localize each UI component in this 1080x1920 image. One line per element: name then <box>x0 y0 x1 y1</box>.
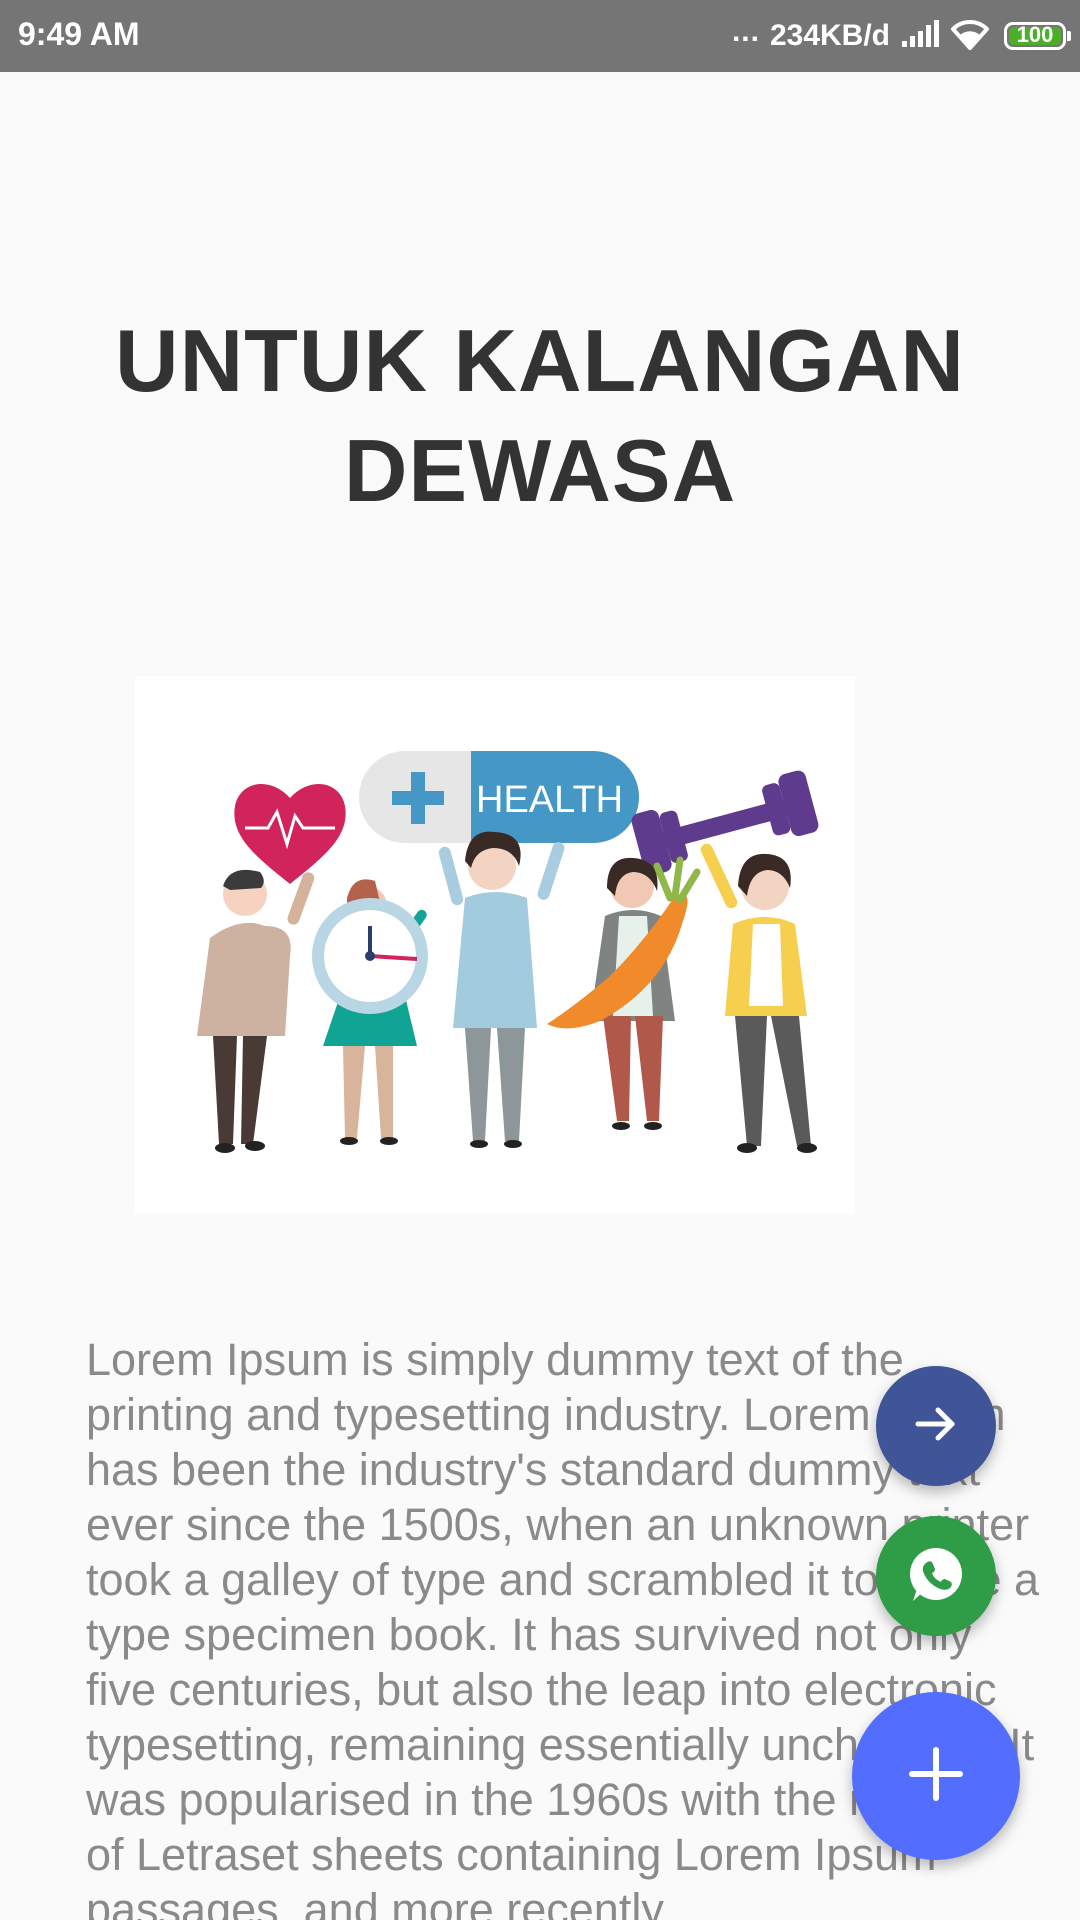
signal-icon <box>900 19 940 53</box>
network-speed: 234KB/d <box>769 19 890 52</box>
whatsapp-button[interactable] <box>876 1516 996 1636</box>
health-banner-text: HEALTH <box>476 779 623 821</box>
health-illustration: HEALTH <box>135 676 855 1214</box>
plus-icon <box>908 1746 964 1806</box>
arrow-right-icon <box>910 1398 962 1454</box>
health-pill-icon: HEALTH <box>359 751 639 843</box>
battery-icon: 100 <box>1004 22 1071 50</box>
whatsapp-icon <box>905 1543 967 1609</box>
add-button[interactable] <box>852 1692 1020 1860</box>
clock-icon <box>312 898 428 1014</box>
wifi-icon <box>950 18 990 54</box>
person-5-figure <box>700 843 817 1153</box>
page-title: UNTUK KALANGAN DEWASA <box>115 311 965 520</box>
dumbbell-icon <box>631 770 819 876</box>
screen: 9:49 AM ... 234KB/d 100 UNTUK KALANGAN D… <box>0 0 1080 1920</box>
battery-nub <box>1067 31 1071 41</box>
status-dots: ... <box>731 15 760 48</box>
status-bar: 9:49 AM ... 234KB/d 100 <box>0 0 1080 72</box>
status-icons: ... 234KB/d 100 <box>731 14 1071 58</box>
person-3-figure <box>438 831 565 1148</box>
next-button[interactable] <box>876 1366 996 1486</box>
heart-icon <box>234 784 346 884</box>
person-1-figure <box>197 869 315 1153</box>
battery-level: 100 <box>1016 22 1054 47</box>
status-time: 9:49 AM <box>18 16 140 52</box>
